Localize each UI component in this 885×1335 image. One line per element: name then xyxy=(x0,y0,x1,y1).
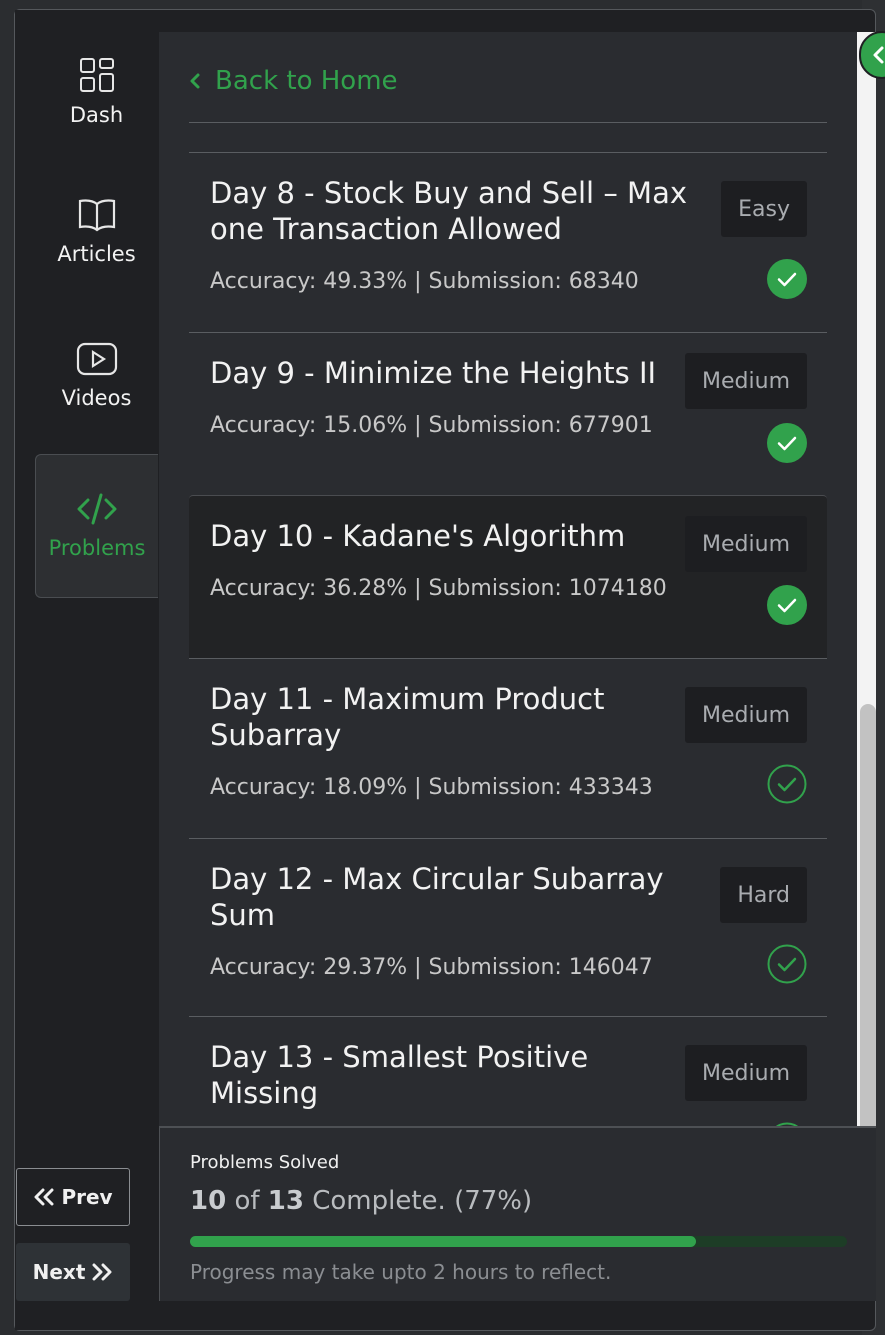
problem-list: Day 8 - Stock Buy and Sell – Max one Tra… xyxy=(189,152,827,1132)
problem-title: Day 12 - Max Circular Subarray Sum xyxy=(210,862,664,932)
double-chevron-right-icon xyxy=(92,1263,112,1281)
check-filled-icon xyxy=(767,259,807,299)
next-label: Next xyxy=(32,1260,86,1284)
sidebar-item-label: Problems xyxy=(48,536,146,560)
problems-panel: Back to Home Day 8 - Stock Buy and Sell … xyxy=(159,32,858,1132)
sidebar-item-label: Dash xyxy=(69,103,124,127)
prev-label: Prev xyxy=(61,1185,113,1209)
problem-row-day-12[interactable]: Day 12 - Max Circular Subarray Sum Accur… xyxy=(189,838,827,1016)
next-button[interactable]: Next xyxy=(16,1243,130,1301)
problem-row-day-13[interactable]: Day 13 - Smallest Positive Missing Mediu… xyxy=(189,1016,827,1132)
difficulty-badge: Hard xyxy=(720,867,807,923)
problem-stats: Accuracy: 29.37% | Submission: 146047 xyxy=(210,955,653,980)
sidebar: Dash Articles Videos Problems xyxy=(15,10,158,1330)
sidebar-item-label: Videos xyxy=(61,386,132,410)
check-filled-icon xyxy=(767,423,807,463)
problem-stats: Accuracy: 18.09% | Submission: 433343 xyxy=(210,775,653,800)
sidebar-item-dash[interactable]: Dash xyxy=(35,20,158,164)
back-label: Back to Home xyxy=(215,66,398,96)
progress-note: Progress may take upto 2 hours to reflec… xyxy=(190,1260,612,1284)
divider xyxy=(189,122,827,123)
problem-title: Day 8 - Stock Buy and Sell – Max one Tra… xyxy=(210,176,687,246)
solved-count: 10 xyxy=(190,1186,227,1216)
progress-panel: Problems Solved 10 of 13 Complete. (77%)… xyxy=(159,1126,876,1301)
problem-title: Day 11 - Maximum Product Subarray xyxy=(210,682,605,752)
play-icon xyxy=(76,342,117,376)
problem-title: Day 13 - Smallest Positive Missing xyxy=(210,1040,589,1110)
prev-button[interactable]: Prev xyxy=(16,1168,130,1226)
sidebar-item-label: Articles xyxy=(57,242,136,266)
book-icon xyxy=(78,199,115,232)
problem-row-day-11[interactable]: Day 11 - Maximum Product Subarray Accura… xyxy=(189,658,827,838)
check-filled-icon xyxy=(767,585,807,625)
dashboard-icon xyxy=(79,58,114,92)
problem-row-day-10[interactable]: Day 10 - Kadane's Algorithm Accuracy: 36… xyxy=(189,495,827,658)
problem-stats: Accuracy: 49.33% | Submission: 68340 xyxy=(210,269,639,294)
sidebar-item-videos[interactable]: Videos xyxy=(35,304,158,448)
problem-row-day-8[interactable]: Day 8 - Stock Buy and Sell – Max one Tra… xyxy=(189,152,827,332)
double-chevron-left-icon xyxy=(34,1188,54,1206)
problem-title: Day 10 - Kadane's Algorithm xyxy=(210,519,626,553)
back-to-home-link[interactable]: Back to Home xyxy=(189,66,398,96)
of-label: of xyxy=(234,1186,260,1216)
chevron-left-icon xyxy=(190,73,200,89)
progress-bar-fill xyxy=(190,1236,696,1247)
difficulty-badge: Medium xyxy=(685,687,807,743)
check-outline-icon xyxy=(767,764,807,804)
problem-stats: Accuracy: 15.06% | Submission: 677901 xyxy=(210,413,653,438)
difficulty-badge: Medium xyxy=(685,353,807,409)
check-outline-icon xyxy=(767,944,807,984)
progress-title: Problems Solved xyxy=(190,1152,340,1173)
progress-count: 10 of 13 Complete. (77%) xyxy=(190,1186,532,1216)
chevron-left-icon xyxy=(873,46,884,64)
problem-stats: Accuracy: 36.28% | Submission: 1074180 xyxy=(210,576,667,601)
difficulty-badge: Medium xyxy=(685,516,807,572)
sidebar-item-articles[interactable]: Articles xyxy=(35,160,158,304)
scrollbar-thumb[interactable] xyxy=(860,704,876,1130)
difficulty-badge: Medium xyxy=(685,1045,807,1101)
problem-title: Day 9 - Minimize the Heights II xyxy=(210,356,657,390)
code-icon xyxy=(77,493,117,525)
collapse-panel-button[interactable] xyxy=(859,31,885,79)
sidebar-item-problems[interactable]: Problems xyxy=(35,454,158,598)
problem-row-day-9[interactable]: Day 9 - Minimize the Heights II Accuracy… xyxy=(189,332,827,495)
progress-bar xyxy=(190,1236,847,1247)
complete-label: Complete. (77%) xyxy=(312,1186,533,1216)
difficulty-badge: Easy xyxy=(721,181,807,237)
total-count: 13 xyxy=(267,1186,304,1216)
